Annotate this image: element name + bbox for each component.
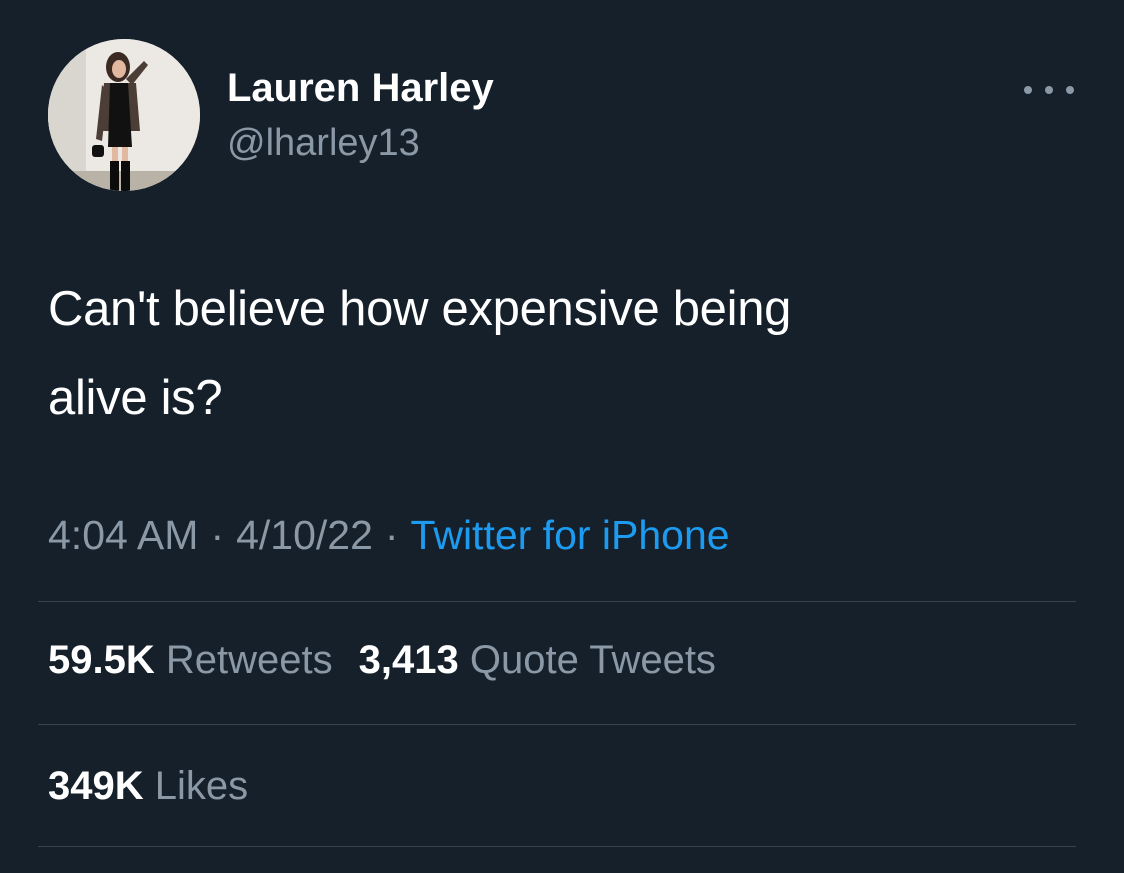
tweet-text: Can't believe how expensive being alive … — [48, 265, 1078, 443]
retweet-stats-row: 59.5K Retweets 3,413 Quote Tweets — [48, 638, 716, 683]
avatar-photo — [48, 39, 200, 191]
tweet-time[interactable]: 4:04 AM — [48, 512, 198, 558]
author-handle[interactable]: @lharley13 — [227, 122, 420, 165]
more-dot — [1045, 86, 1053, 94]
tweet-detail: Lauren Harley @lharley13 Can't believe h… — [0, 0, 1124, 873]
likes-stat[interactable]: 349K Likes — [48, 764, 248, 808]
divider — [38, 724, 1076, 725]
likes-stats-row: 349K Likes — [48, 764, 248, 809]
divider — [38, 601, 1076, 602]
tweet-text-line: alive is? — [48, 371, 223, 425]
retweets-count: 59.5K — [48, 638, 155, 682]
quote-tweets-label: Quote Tweets — [469, 638, 716, 682]
quote-tweets-stat[interactable]: 3,413 Quote Tweets — [359, 638, 716, 682]
tweet-date[interactable]: 4/10/22 — [236, 512, 373, 558]
more-dot — [1024, 86, 1032, 94]
avatar[interactable] — [48, 39, 200, 191]
likes-label: Likes — [154, 764, 249, 808]
retweets-label: Retweets — [165, 638, 333, 682]
meta-separator: · — [210, 512, 225, 558]
quote-tweets-count: 3,413 — [358, 638, 459, 682]
tweet-text-line: Can't believe how expensive being — [48, 282, 792, 336]
tweet-source-link[interactable]: Twitter for iPhone — [411, 512, 730, 558]
tweet-meta: 4:04 AM · 4/10/22 · Twitter for iPhone — [48, 512, 730, 559]
retweets-stat[interactable]: 59.5K Retweets — [48, 638, 333, 682]
likes-count: 349K — [48, 764, 144, 808]
more-horizontal-icon[interactable] — [1024, 78, 1074, 102]
divider — [38, 846, 1076, 847]
author-name[interactable]: Lauren Harley — [227, 66, 494, 111]
meta-separator: · — [384, 512, 399, 558]
more-dot — [1066, 86, 1074, 94]
